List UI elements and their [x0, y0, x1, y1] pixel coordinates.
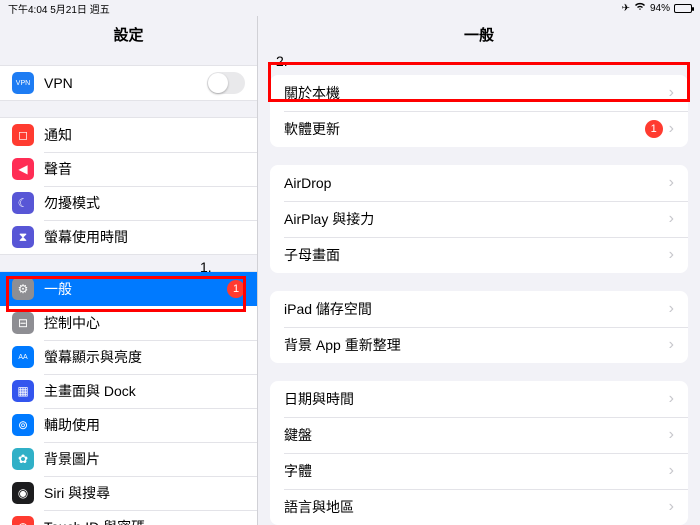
home-icon: ▦ [12, 380, 34, 402]
detail-item-keyboard[interactable]: 鍵盤 › [270, 417, 688, 453]
chevron-right-icon: › [669, 336, 674, 354]
siri-icon: ◉ [12, 482, 34, 504]
sound-icon: ◀ [12, 158, 34, 180]
badge: 1 [227, 280, 245, 298]
detail-item-datetime[interactable]: 日期與時間 › [270, 381, 688, 417]
badge: 1 [645, 120, 663, 138]
sidebar-title: 設定 [0, 16, 257, 55]
detail-item-label: 語言與地區 [284, 497, 663, 517]
display-icon: AA [12, 346, 34, 368]
sidebar: 設定 VPN VPN ◻ 通知 ◀ 聲音 ☾ 勿擾模式 ⧗ 螢幕使用時間 ⚙ 一般1 ⊟ 控制中心 AA 螢幕… [0, 16, 258, 525]
sidebar-item-dnd[interactable]: ☾ 勿擾模式 [0, 186, 257, 220]
status-bar: 下午4:04 5月21日 週五 ✈ 94% [0, 0, 700, 16]
status-right: ✈ 94% [622, 2, 692, 14]
sidebar-item-screentime[interactable]: ⧗ 螢幕使用時間 [0, 220, 257, 254]
sidebar-item-label: Siri 與搜尋 [44, 483, 245, 503]
chevron-right-icon: › [669, 246, 674, 264]
vpn-toggle[interactable] [207, 72, 245, 94]
sidebar-item-label: 主畫面與 Dock [44, 381, 245, 401]
detail-item-airdrop[interactable]: AirDrop › [270, 165, 688, 201]
detail-pane: 一般 2. 關於本機›軟體更新1›AirDrop›AirPlay 與接力›子母畫… [258, 16, 700, 525]
sidebar-item-general[interactable]: ⚙ 一般1 [0, 272, 257, 306]
detail-item-label: 字體 [284, 461, 663, 481]
chevron-right-icon: › [669, 300, 674, 318]
annotation-label-1: 1. [200, 259, 212, 275]
sidebar-item-label: 勿擾模式 [44, 193, 245, 213]
chevron-right-icon: › [669, 426, 674, 444]
detail-title: 一般 [258, 16, 700, 55]
detail-item-label: 日期與時間 [284, 389, 663, 409]
detail-item-bg-refresh[interactable]: 背景 App 重新整理 › [270, 327, 688, 363]
detail-item-storage[interactable]: iPad 儲存空間 › [270, 291, 688, 327]
detail-item-software-update[interactable]: 軟體更新1 › [270, 111, 688, 147]
detail-item-fonts[interactable]: 字體 › [270, 453, 688, 489]
sidebar-item-control-center[interactable]: ⊟ 控制中心 [0, 306, 257, 340]
detail-item-label: AirDrop [284, 175, 663, 191]
sidebar-item-label: Touch ID 與密碼 [44, 517, 245, 525]
sidebar-item-siri[interactable]: ◉ Siri 與搜尋 [0, 476, 257, 510]
dnd-icon: ☾ [12, 192, 34, 214]
general-icon: ⚙ [12, 278, 34, 300]
sidebar-item-label: 螢幕顯示與亮度 [44, 347, 245, 367]
sidebar-item-sound[interactable]: ◀ 聲音 [0, 152, 257, 186]
status-time: 下午4:04 5月21日 週五 [8, 1, 110, 16]
control-center-icon: ⊟ [12, 312, 34, 334]
sidebar-item-label: 通知 [44, 125, 245, 145]
sidebar-item-label: VPN [44, 75, 207, 91]
vpn-icon: VPN [12, 72, 34, 94]
detail-item-label: iPad 儲存空間 [284, 299, 663, 319]
sidebar-item-vpn[interactable]: VPN VPN [0, 66, 257, 100]
sidebar-item-home[interactable]: ▦ 主畫面與 Dock [0, 374, 257, 408]
wallpaper-icon: ✿ [12, 448, 34, 470]
chevron-right-icon: › [669, 498, 674, 516]
sidebar-item-label: 背景圖片 [44, 449, 245, 469]
chevron-right-icon: › [669, 210, 674, 228]
detail-item-label: AirPlay 與接力 [284, 209, 663, 229]
detail-item-label: 鍵盤 [284, 425, 663, 445]
detail-item-language[interactable]: 語言與地區 › [270, 489, 688, 525]
sidebar-item-label: 一般 [44, 279, 227, 299]
touchid-icon: ◍ [12, 516, 34, 525]
chevron-right-icon: › [669, 120, 674, 138]
airplane-icon: ✈ [622, 3, 630, 14]
chevron-right-icon: › [669, 390, 674, 408]
chevron-right-icon: › [669, 84, 674, 102]
wifi-icon [634, 2, 646, 14]
detail-item-label: 關於本機 [284, 83, 663, 103]
sidebar-item-wallpaper[interactable]: ✿ 背景圖片 [0, 442, 257, 476]
sidebar-item-label: 聲音 [44, 159, 245, 179]
sidebar-item-display[interactable]: AA 螢幕顯示與亮度 [0, 340, 257, 374]
accessibility-icon: ⊚ [12, 414, 34, 436]
detail-item-label: 背景 App 重新整理 [284, 335, 663, 355]
sidebar-item-notifications[interactable]: ◻ 通知 [0, 118, 257, 152]
sidebar-item-label: 螢幕使用時間 [44, 227, 245, 247]
chevron-right-icon: › [669, 174, 674, 192]
detail-item-about[interactable]: 關於本機 › [270, 75, 688, 111]
detail-item-label: 子母畫面 [284, 245, 663, 265]
detail-item-label: 軟體更新 [284, 119, 645, 139]
chevron-right-icon: › [669, 462, 674, 480]
annotation-label-2: 2. [276, 53, 700, 69]
sidebar-item-accessibility[interactable]: ⊚ 輔助使用 [0, 408, 257, 442]
battery-pct: 94% [650, 3, 670, 14]
sidebar-item-label: 控制中心 [44, 313, 245, 333]
screentime-icon: ⧗ [12, 226, 34, 248]
notifications-icon: ◻ [12, 124, 34, 146]
sidebar-item-touchid[interactable]: ◍ Touch ID 與密碼 [0, 510, 257, 525]
battery-icon [674, 4, 692, 13]
detail-item-pip[interactable]: 子母畫面 › [270, 237, 688, 273]
sidebar-item-label: 輔助使用 [44, 415, 245, 435]
detail-item-airplay[interactable]: AirPlay 與接力 › [270, 201, 688, 237]
